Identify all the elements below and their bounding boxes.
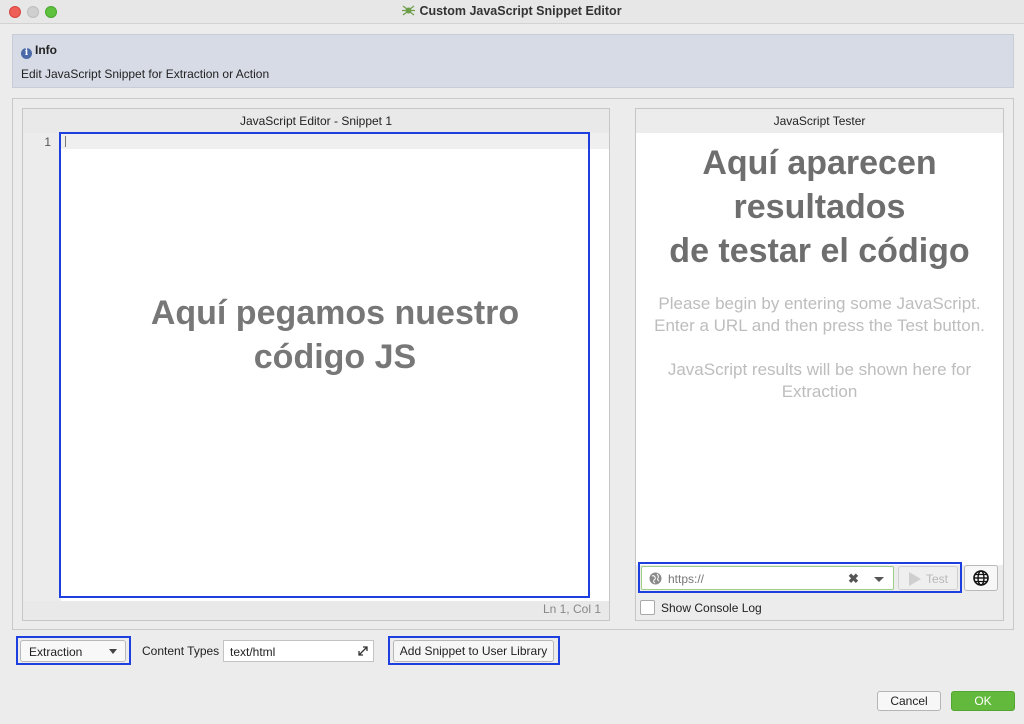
line-number-gutter: 1 <box>23 133 61 601</box>
globe-grid-icon <box>973 570 989 586</box>
open-browser-button[interactable] <box>964 565 998 591</box>
tester-placeholder: Please begin by entering some JavaScript… <box>636 293 1003 337</box>
snippet-options-bar: Extraction Content Types text/html Add S… <box>0 636 1024 666</box>
content-types-field[interactable]: text/html <box>223 640 374 662</box>
content-types-value: text/html <box>230 645 276 659</box>
tester-placeholder-line1: Please begin by entering some JavaScript… <box>658 294 981 313</box>
info-bar: i Info Edit JavaScript Snippet for Extrac… <box>12 34 1014 88</box>
snippet-type-highlight-box <box>16 636 131 665</box>
info-heading: i Info <box>21 43 57 59</box>
editor-header: JavaScript Editor - Snippet 1 <box>239 114 393 128</box>
ok-button[interactable]: OK <box>951 691 1015 711</box>
spider-app-icon <box>402 5 416 16</box>
editor-highlight-box <box>59 132 590 598</box>
tester-overlay-note: Aquí aparecen resultados de testar el có… <box>636 141 1003 273</box>
javascript-tester-panel: JavaScript Tester Aquí aparecen resultad… <box>635 108 1004 621</box>
show-console-log-checkbox[interactable] <box>640 600 655 615</box>
content-types-label: Content Types <box>142 644 220 658</box>
tester-placeholder-line2: Enter a URL and then press the Test butt… <box>654 316 985 335</box>
url-test-highlight-box <box>638 562 962 593</box>
info-heading-label: Info <box>35 43 57 57</box>
window-title-container: Custom JavaScript Snippet Editor <box>0 4 1024 18</box>
tester-result-text: JavaScript results will be shown here fo… <box>667 360 972 401</box>
tester-overlay-line1: Aquí aparecen <box>702 144 937 182</box>
info-icon: i <box>21 48 32 59</box>
cursor-position-status: Ln 1, Col 1 <box>542 602 601 616</box>
cancel-button[interactable]: Cancel <box>877 691 941 711</box>
add-snippet-highlight-box <box>388 636 560 665</box>
tester-results-area: Aquí aparecen resultados de testar el có… <box>636 133 1003 565</box>
info-text: Edit JavaScript Snippet for Extraction o… <box>21 67 270 81</box>
line-number: 1 <box>44 135 51 149</box>
tester-header: JavaScript Tester <box>773 114 866 128</box>
title-bar: Custom JavaScript Snippet Editor <box>0 0 1024 24</box>
show-console-log-label: Show Console Log <box>661 601 762 615</box>
expand-icon[interactable] <box>357 645 369 657</box>
window-title: Custom JavaScript Snippet Editor <box>419 4 622 18</box>
tester-overlay-line3: de testar el código <box>669 232 970 270</box>
tester-overlay-line2: resultados <box>733 188 906 226</box>
